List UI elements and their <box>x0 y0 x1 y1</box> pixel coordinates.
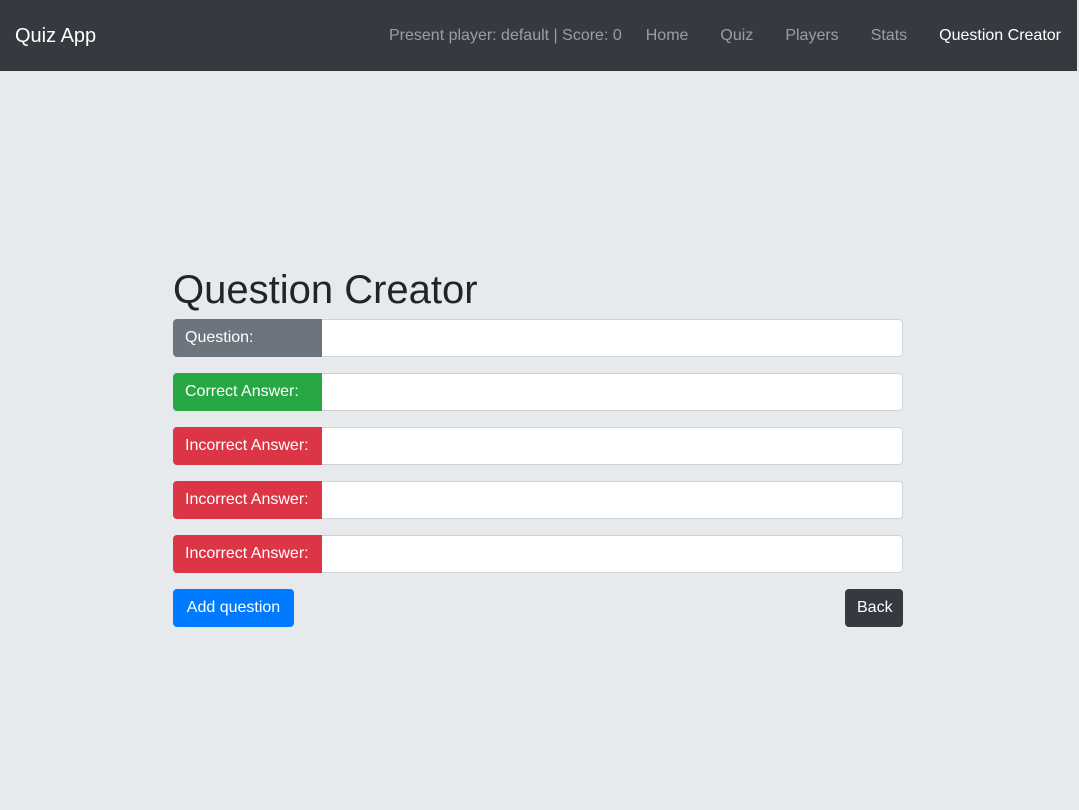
incorrect-answer-3-input-group: Incorrect Answer: <box>173 535 903 573</box>
player-status: Present player: default | Score: 0 <box>389 27 622 44</box>
incorrect-answer-2-input[interactable] <box>322 481 903 519</box>
page-title: Question Creator <box>173 268 478 312</box>
nav-link-quiz[interactable]: Quiz <box>720 27 753 45</box>
correct-answer-input[interactable] <box>322 373 903 411</box>
nav-right: Present player: default | Score: 0 Home … <box>389 24 1061 48</box>
navbar: Quiz App Present player: default | Score… <box>0 0 1077 71</box>
incorrect-answer-3-label: Incorrect Answer: <box>173 535 322 573</box>
incorrect-answer-2-input-group: Incorrect Answer: <box>173 481 903 519</box>
question-input[interactable] <box>322 319 903 357</box>
question-creator-form: Question Creator Question: Correct Answe… <box>173 262 903 627</box>
incorrect-answer-2-label: Incorrect Answer: <box>173 481 322 519</box>
incorrect-answer-1-input[interactable] <box>322 427 903 465</box>
question-input-group: Question: <box>173 319 903 357</box>
incorrect-answer-1-label: Incorrect Answer: <box>173 427 322 465</box>
back-button[interactable]: Back <box>845 589 903 627</box>
nav-link-players[interactable]: Players <box>785 27 838 45</box>
nav-link-question-creator[interactable]: Question Creator <box>939 27 1061 45</box>
correct-answer-label: Correct Answer: <box>173 373 322 411</box>
correct-answer-input-group: Correct Answer: <box>173 373 903 411</box>
incorrect-answer-1-input-group: Incorrect Answer: <box>173 427 903 465</box>
brand-link[interactable]: Quiz App <box>15 22 96 50</box>
nav-link-home[interactable]: Home <box>646 27 689 45</box>
add-question-button[interactable]: Add question <box>173 589 294 627</box>
incorrect-answer-3-input[interactable] <box>322 535 903 573</box>
question-label: Question: <box>173 319 322 357</box>
form-actions: Add question Back <box>173 589 903 627</box>
nav-link-stats[interactable]: Stats <box>871 27 907 45</box>
